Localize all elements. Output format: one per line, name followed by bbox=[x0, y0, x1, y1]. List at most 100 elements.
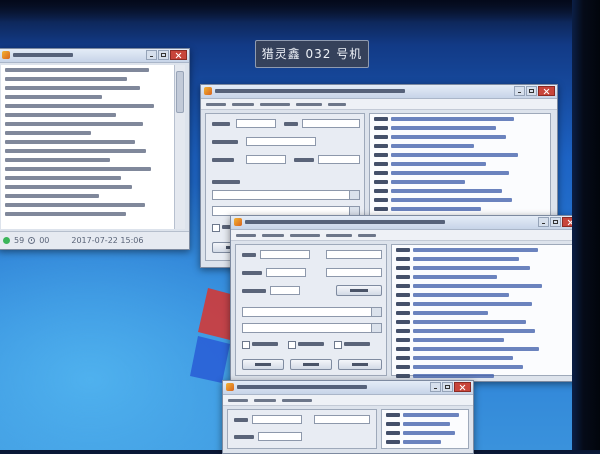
text-input[interactable] bbox=[258, 432, 302, 441]
helper-message-list bbox=[391, 244, 575, 378]
field-label bbox=[212, 158, 234, 162]
text-input[interactable] bbox=[246, 155, 286, 164]
field-label bbox=[212, 140, 238, 144]
helper-window-2-titlebar[interactable] bbox=[231, 216, 581, 230]
illegible-text-line bbox=[396, 248, 570, 252]
scroll-thumb[interactable] bbox=[176, 71, 184, 113]
text-input[interactable] bbox=[252, 415, 302, 424]
line-prefix bbox=[386, 413, 400, 417]
illegible-text-line bbox=[396, 374, 570, 378]
line-text bbox=[413, 320, 526, 324]
illegible-text-line bbox=[374, 198, 546, 202]
menu-item[interactable] bbox=[328, 102, 346, 106]
line-text bbox=[5, 212, 126, 216]
menu-item[interactable] bbox=[228, 398, 248, 402]
helper-window-2-menubar bbox=[231, 230, 581, 241]
text-input[interactable] bbox=[326, 268, 382, 277]
text-input[interactable] bbox=[326, 250, 382, 259]
text-input[interactable] bbox=[314, 415, 370, 424]
menu-item[interactable] bbox=[236, 233, 256, 237]
line-text bbox=[391, 207, 481, 211]
line-prefix bbox=[396, 302, 410, 306]
option-checkbox[interactable] bbox=[212, 224, 220, 232]
line-prefix bbox=[374, 117, 388, 121]
line-prefix bbox=[396, 356, 410, 360]
checkbox-label bbox=[344, 342, 370, 346]
minimize-icon[interactable] bbox=[430, 382, 441, 392]
line-prefix bbox=[396, 248, 410, 252]
line-prefix bbox=[386, 422, 400, 426]
menu-item[interactable] bbox=[358, 233, 376, 237]
text-input[interactable] bbox=[302, 119, 360, 128]
menu-item[interactable] bbox=[232, 102, 254, 106]
line-text bbox=[391, 153, 519, 157]
helper-window-2[interactable] bbox=[230, 215, 582, 382]
action-button[interactable] bbox=[336, 285, 382, 296]
option-dropdown[interactable] bbox=[242, 307, 382, 317]
text-input[interactable] bbox=[260, 250, 310, 259]
line-text bbox=[413, 365, 523, 369]
line-text bbox=[5, 113, 117, 117]
menu-item[interactable] bbox=[260, 102, 290, 106]
menu-item[interactable] bbox=[326, 233, 352, 237]
text-input[interactable] bbox=[246, 137, 316, 146]
line-prefix bbox=[396, 284, 410, 288]
menu-item[interactable] bbox=[254, 398, 276, 402]
illegible-text-line bbox=[374, 135, 546, 139]
line-prefix bbox=[374, 171, 388, 175]
option-checkbox[interactable] bbox=[334, 341, 342, 349]
maximize-icon[interactable] bbox=[442, 382, 453, 392]
minimize-icon[interactable] bbox=[146, 50, 157, 60]
checkbox-label bbox=[298, 342, 324, 346]
menu-item[interactable] bbox=[262, 233, 284, 237]
text-input[interactable] bbox=[236, 119, 276, 128]
helper-window-3-titlebar[interactable] bbox=[223, 381, 473, 395]
helper-window-1-titlebar[interactable] bbox=[201, 85, 557, 99]
minimize-icon[interactable] bbox=[538, 217, 549, 227]
text-input[interactable] bbox=[266, 268, 306, 277]
text-input[interactable] bbox=[318, 155, 360, 164]
app-icon bbox=[234, 218, 242, 226]
close-icon[interactable] bbox=[170, 50, 187, 60]
maximize-icon[interactable] bbox=[158, 50, 169, 60]
line-text bbox=[5, 122, 143, 126]
line-text bbox=[413, 347, 540, 351]
log-window-titlebar[interactable] bbox=[0, 49, 189, 63]
field-label bbox=[234, 418, 248, 422]
close-icon[interactable] bbox=[454, 382, 471, 392]
line-prefix bbox=[374, 162, 388, 166]
app-icon bbox=[2, 51, 10, 59]
line-text bbox=[391, 180, 465, 184]
menu-item[interactable] bbox=[290, 233, 320, 237]
helper-window-3-menubar bbox=[223, 395, 473, 406]
line-text bbox=[413, 266, 530, 270]
menu-item[interactable] bbox=[282, 398, 312, 402]
line-text bbox=[5, 104, 154, 108]
option-dropdown[interactable] bbox=[212, 190, 360, 200]
maximize-icon[interactable] bbox=[526, 86, 537, 96]
action-button[interactable] bbox=[290, 359, 332, 370]
illegible-text-line bbox=[396, 266, 570, 270]
helper-window-3[interactable] bbox=[222, 380, 474, 454]
action-button[interactable] bbox=[242, 359, 284, 370]
menu-item[interactable] bbox=[206, 102, 226, 106]
text-input[interactable] bbox=[270, 286, 300, 295]
close-icon[interactable] bbox=[538, 86, 555, 96]
option-dropdown[interactable] bbox=[242, 323, 382, 333]
log-scrollbar[interactable] bbox=[174, 65, 185, 229]
illegible-text-line bbox=[386, 422, 464, 426]
log-window[interactable]: 59 00 2017-07-22 15:06 bbox=[0, 48, 190, 250]
helper-window-1-menubar bbox=[201, 99, 557, 110]
option-checkbox[interactable] bbox=[288, 341, 296, 349]
line-prefix bbox=[396, 329, 410, 333]
action-button[interactable] bbox=[338, 359, 382, 370]
illegible-text-line bbox=[374, 171, 546, 175]
maximize-icon[interactable] bbox=[550, 217, 561, 227]
field-label bbox=[284, 122, 298, 126]
option-checkbox[interactable] bbox=[242, 341, 250, 349]
helper-message-list bbox=[381, 409, 469, 449]
menu-item[interactable] bbox=[296, 102, 322, 106]
line-text bbox=[5, 194, 100, 198]
minimize-icon[interactable] bbox=[514, 86, 525, 96]
illegible-text-line bbox=[386, 413, 464, 417]
